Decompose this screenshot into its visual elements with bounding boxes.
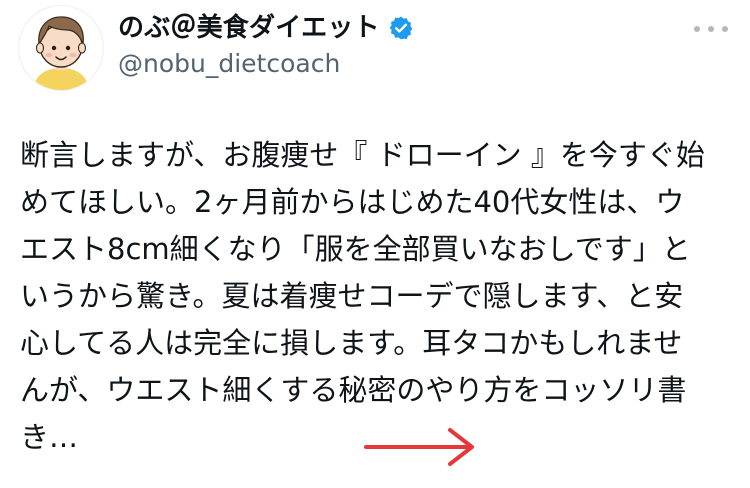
tweet-line: 断言しますが、お腹痩せ『 ドローイン 』を今すぐ始 (20, 138, 705, 172)
tweet-line: 心してる人は完全に損します。耳タコかもしれませ (20, 326, 683, 360)
more-dot (694, 26, 700, 32)
avatar[interactable] (18, 5, 104, 91)
more-options-icon[interactable] (694, 20, 728, 38)
red-arrow-icon (364, 428, 474, 466)
author-handle[interactable]: @nobu_dietcoach (118, 48, 340, 80)
cartoon-man-avatar-icon (33, 16, 89, 90)
tweet-line: エスト8cm細くなり「服を全部買いなおしです」と (20, 232, 691, 266)
more-dot (708, 26, 714, 32)
verified-badge-icon (388, 15, 414, 41)
tweet-text: 断言しますが、お腹痩せ『 ドローイン 』を今すぐ始 めてほしい。2ヶ月前からはじ… (20, 132, 720, 461)
tweet-line: んが、ウエスト細くする秘密のやり方をコッソリ書 (20, 373, 687, 407)
author-name-row: のぶ＠美食ダイエット (118, 12, 414, 44)
tweet-card: のぶ＠美食ダイエット @nobu_dietcoach 断言しますが、お腹痩せ『 … (0, 0, 750, 488)
more-dot (722, 26, 728, 32)
tweet-line: いうから驚き。夏は着痩せコーデで隠します、と安 (20, 279, 684, 313)
display-name[interactable]: のぶ＠美食ダイエット (118, 12, 380, 44)
tweet-line: めてほしい。2ヶ月前からはじめた40代女性は、ウ (20, 185, 685, 219)
